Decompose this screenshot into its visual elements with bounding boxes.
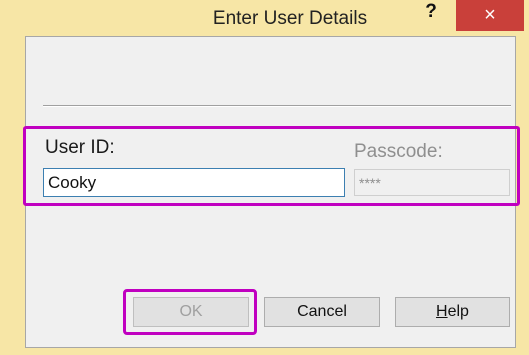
dialog-title: Enter User Details [212,8,368,29]
help-mnemonic: H [436,303,448,320]
help-label-rest: elp [447,303,469,320]
credentials-highlight-box [23,126,520,206]
close-button[interactable]: × [456,0,524,31]
title-bar[interactable]: Enter User Details ? × [0,0,529,36]
close-icon: × [484,4,496,26]
help-title-button[interactable]: ? [418,0,444,24]
cancel-button[interactable]: Cancel [264,297,380,327]
ok-highlight-box [123,289,257,335]
separator-line [43,105,511,107]
help-button[interactable]: Help [395,297,510,327]
dialog-window: Enter User Details ? × User ID: Passcode… [0,0,529,355]
